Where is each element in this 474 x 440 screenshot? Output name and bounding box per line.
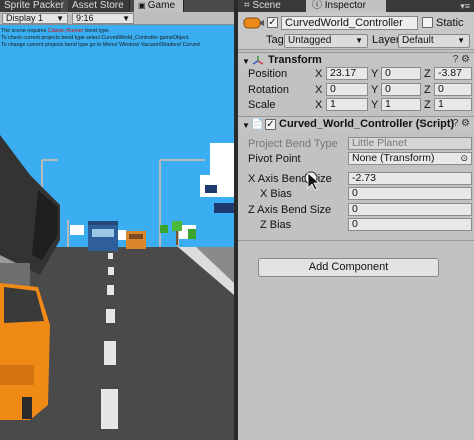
- right-tab-bar: ⌗ Scene ⓘ Inspector ▾≡: [238, 0, 474, 12]
- mouse-cursor-icon: [304, 171, 319, 191]
- scale-label: Scale: [248, 99, 276, 111]
- project-bend-type-label: Project Bend Type: [248, 138, 338, 150]
- tab-game-label: Game: [147, 0, 176, 11]
- static-label: Static: [436, 17, 464, 29]
- rotation-x-label: X: [315, 84, 323, 96]
- settings-gear-icon[interactable]: ⚙: [461, 54, 470, 65]
- component-divider: [238, 240, 474, 241]
- orange-car-far: [126, 231, 146, 249]
- chevron-down-icon: ▼: [56, 14, 64, 23]
- settings-gear-icon[interactable]: ⚙: [461, 118, 470, 129]
- z-bias-label: Z Bias: [260, 219, 292, 231]
- script-title: Curved_World_Controller (Script): [279, 118, 455, 130]
- tab-asset-store[interactable]: Asset Store: [68, 0, 130, 12]
- scale-x-label: X: [315, 99, 323, 111]
- tag-label: Tag: [266, 34, 284, 46]
- display-select-value: Display 1: [6, 13, 44, 23]
- tab-inspector[interactable]: ⓘ Inspector: [306, 0, 386, 12]
- position-y-field[interactable]: 0: [381, 67, 421, 80]
- script-component-header[interactable]: ▼ 📄 ✓ Curved_World_Controller (Script) ?…: [238, 116, 474, 132]
- help-icon[interactable]: ?: [453, 118, 459, 129]
- warning-bend-type: Classic Runner: [47, 28, 84, 34]
- blue-truck: [88, 221, 118, 251]
- z-bias-field[interactable]: 0: [348, 218, 472, 231]
- x-bias-field[interactable]: 0: [348, 187, 472, 200]
- gameobject-icon[interactable]: [243, 16, 265, 30]
- tab-sprite-packer[interactable]: Sprite Packer: [0, 0, 64, 12]
- tab-inspector-label: Inspector: [324, 0, 366, 11]
- position-x-field[interactable]: 23.17: [326, 67, 368, 80]
- position-y-label: Y: [371, 68, 379, 80]
- tab-menu-icon[interactable]: ▾≡: [460, 0, 470, 12]
- chevron-down-icon: ▼: [457, 36, 465, 45]
- position-label: Position: [248, 68, 288, 80]
- scale-y-field[interactable]: 1: [381, 98, 421, 111]
- game-view-panel: Sprite Packer Asset Store ▣ Game Display…: [0, 0, 234, 440]
- rotation-y-field[interactable]: 0: [381, 83, 421, 96]
- pivot-point-field[interactable]: None (Transform) ⊙: [348, 152, 472, 165]
- z-axis-bend-size-field[interactable]: 0: [348, 203, 472, 216]
- position-x-label: X: [315, 68, 323, 80]
- scene-render: [0, 25, 234, 440]
- foldout-arrow-icon[interactable]: ▼: [242, 121, 250, 130]
- foldout-arrow-icon[interactable]: ▼: [242, 57, 250, 66]
- static-checkbox[interactable]: [422, 17, 433, 28]
- active-checkbox[interactable]: ✓: [267, 17, 278, 28]
- scale-x-field[interactable]: 1: [326, 98, 368, 111]
- gameobject-header: ✓ CurvedWorld_Controller Static Tag Unta…: [238, 12, 474, 50]
- help-icon[interactable]: ?: [453, 54, 459, 65]
- aspect-select-value: 9:16: [76, 13, 94, 23]
- transform-icon: [252, 56, 264, 65]
- pivot-point-value: None (Transform): [352, 152, 435, 164]
- scale-y-label: Y: [371, 99, 379, 111]
- script-icon: 📄: [251, 119, 264, 130]
- rotation-z-label: Z: [424, 84, 431, 96]
- rotation-z-field[interactable]: 0: [434, 83, 472, 96]
- x-axis-bend-size-field[interactable]: -2.73: [348, 172, 472, 185]
- position-z-label: Z: [424, 68, 431, 80]
- rotation-label: Rotation: [248, 84, 289, 96]
- tab-game[interactable]: ▣ Game: [134, 0, 184, 12]
- layer-label: Layer: [372, 34, 400, 46]
- scale-z-field[interactable]: 1: [434, 98, 472, 111]
- add-component-button[interactable]: Add Component: [258, 258, 439, 277]
- position-z-field[interactable]: -3.87: [434, 67, 472, 80]
- x-bias-label: X Bias: [260, 188, 292, 200]
- tag-dropdown[interactable]: Untagged ▼: [284, 34, 368, 48]
- rotation-y-label: Y: [371, 84, 379, 96]
- orange-car-near: [0, 283, 50, 420]
- display-select[interactable]: Display 1 ▼: [2, 13, 68, 24]
- aspect-select[interactable]: 9:16 ▼: [72, 13, 134, 24]
- x-axis-bend-size-label: X Axis Bend Size: [248, 173, 332, 185]
- warning-prefix: The scene requires: [1, 28, 48, 34]
- layer-dropdown[interactable]: Default ▼: [398, 34, 470, 48]
- left-tab-bar: Sprite Packer Asset Store ▣ Game: [0, 0, 234, 12]
- tab-scene[interactable]: ⌗ Scene: [238, 0, 302, 12]
- transform-header[interactable]: ▼ Transform ? ⚙: [238, 52, 474, 68]
- chevron-down-icon: ▼: [122, 14, 130, 23]
- object-picker-icon[interactable]: ⊙: [460, 153, 468, 164]
- game-scene[interactable]: The scene requires Classic Runner bend t…: [0, 25, 234, 440]
- inspector-panel: ⌗ Scene ⓘ Inspector ▾≡ ✓ CurvedWorld_Con…: [238, 0, 474, 440]
- check-instruction: To check current projects bend type sele…: [1, 35, 190, 41]
- change-instruction: To change current projects bend type go …: [1, 42, 200, 48]
- rotation-x-field[interactable]: 0: [326, 83, 368, 96]
- transform-title: Transform: [268, 54, 322, 66]
- pivot-point-label: Pivot Point: [248, 153, 301, 165]
- game-tab-icon: ▣: [138, 1, 148, 10]
- gameobject-name-field[interactable]: CurvedWorld_Controller: [281, 16, 418, 30]
- bend-type-warning: The scene requires Classic Runner bend t…: [1, 28, 110, 34]
- scale-z-label: Z: [424, 99, 431, 111]
- tab-scene-label: Scene: [252, 0, 281, 11]
- game-toolbar: Display 1 ▼ 9:16 ▼: [0, 12, 234, 25]
- z-axis-bend-size-label: Z Axis Bend Size: [248, 204, 332, 216]
- info-icon: ⓘ: [312, 0, 325, 11]
- tag-value: Untagged: [288, 35, 332, 46]
- chevron-down-icon: ▼: [355, 36, 363, 45]
- layer-value: Default: [402, 35, 434, 46]
- warning-suffix: bend type.: [83, 28, 110, 34]
- script-enabled-checkbox[interactable]: ✓: [265, 119, 276, 130]
- project-bend-type-field: Little Planet: [348, 137, 472, 150]
